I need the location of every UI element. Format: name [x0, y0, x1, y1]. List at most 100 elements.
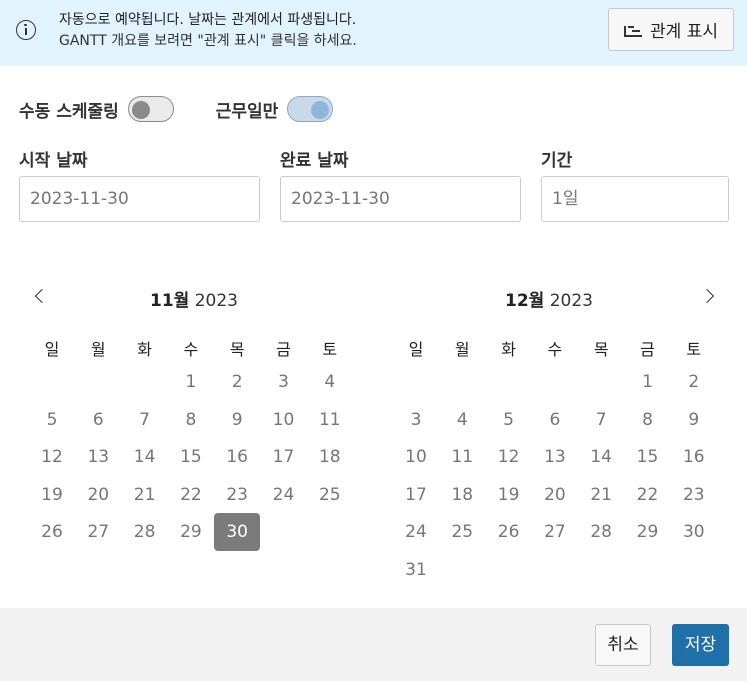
day-cell[interactable]: 9	[214, 401, 260, 439]
day-cell[interactable]: 30	[671, 513, 717, 551]
day-cell[interactable]: 3	[393, 401, 439, 439]
weekday-header: 일	[44, 340, 60, 359]
weekday-header: 수	[183, 340, 199, 359]
day-cell[interactable]: 7	[122, 401, 168, 439]
start-date-label: 시작 날짜	[19, 151, 88, 171]
day-cell[interactable]: 31	[393, 551, 439, 589]
weekday-header: 금	[276, 340, 291, 359]
month-title-december: 12월 2023	[505, 286, 593, 311]
day-cell[interactable]: 28	[578, 513, 624, 551]
day-cell[interactable]: 8	[168, 401, 214, 439]
day-cell[interactable]: 1	[168, 363, 214, 401]
day-cell[interactable]: 23	[214, 476, 260, 514]
show-relations-label: 관계 표시	[650, 22, 718, 42]
day-cell[interactable]: 27	[532, 513, 578, 551]
day-cell[interactable]: 20	[532, 476, 578, 514]
day-cell[interactable]: 19	[29, 476, 75, 514]
day-cell[interactable]: 18	[439, 476, 485, 514]
day-cell[interactable]: 28	[122, 513, 168, 551]
day-cell[interactable]: 15	[625, 438, 671, 476]
day-cell[interactable]: 6	[75, 401, 121, 439]
day-cell[interactable]: 21	[578, 476, 624, 514]
toggle-row: 수동 스케줄링 근무일만	[19, 96, 334, 122]
day-cell[interactable]: 13	[75, 438, 121, 476]
month-name: 11월	[150, 291, 190, 311]
weekday-header: 토	[686, 340, 702, 359]
day-cell[interactable]: 5	[29, 401, 75, 439]
day-cell[interactable]: 2	[671, 363, 717, 401]
weekday-header: 월	[90, 340, 106, 359]
day-cell[interactable]: 2	[214, 363, 260, 401]
start-date-input[interactable]	[19, 176, 260, 222]
day-cell[interactable]: 25	[307, 476, 353, 514]
show-relations-button[interactable]: 관계 표시	[608, 8, 734, 51]
day-cell[interactable]: 22	[625, 476, 671, 514]
workdays-only-toggle[interactable]	[287, 96, 334, 122]
day-cell[interactable]: 9	[671, 401, 717, 439]
relations-icon	[624, 23, 643, 37]
day-cell[interactable]: 12	[486, 438, 532, 476]
month-year: 2023	[194, 291, 238, 311]
day-cell[interactable]: 24	[261, 476, 307, 514]
day-cell[interactable]: 12	[29, 438, 75, 476]
day-cell[interactable]: 11	[307, 401, 353, 439]
info-icon	[16, 20, 36, 40]
cancel-button[interactable]: 취소	[595, 624, 651, 666]
day-cell[interactable]: 1	[625, 363, 671, 401]
day-cell[interactable]: 11	[439, 438, 485, 476]
end-date-label: 완료 날짜	[280, 151, 349, 171]
day-cell[interactable]: 7	[578, 401, 624, 439]
day-cell[interactable]: 23	[671, 476, 717, 514]
end-date-input[interactable]	[280, 176, 521, 222]
dialog-footer: 취소 저장	[0, 608, 747, 681]
day-cell[interactable]: 27	[75, 513, 121, 551]
day-cell[interactable]: 17	[393, 476, 439, 514]
weekday-header: 금	[640, 340, 655, 359]
save-button[interactable]: 저장	[672, 624, 729, 666]
day-cell[interactable]: 24	[393, 513, 439, 551]
day-cell[interactable]: 25	[439, 513, 485, 551]
info-banner: 자동으로 예약됩니다. 날짜는 관계에서 파생됩니다. GANTT 개요를 보려…	[0, 0, 747, 66]
day-cell[interactable]: 13	[532, 438, 578, 476]
next-month-button[interactable]	[701, 286, 717, 306]
weekday-header: 일	[408, 340, 424, 359]
weekday-header: 수	[547, 340, 563, 359]
duration-input[interactable]	[541, 176, 729, 222]
day-cell[interactable]: 16	[671, 438, 717, 476]
day-cell[interactable]: 19	[486, 476, 532, 514]
day-cell[interactable]: 20	[75, 476, 121, 514]
selected-day-cell[interactable]: 30	[214, 513, 261, 552]
day-cell[interactable]: 15	[168, 438, 214, 476]
day-cell[interactable]: 26	[29, 513, 75, 551]
day-cell[interactable]: 17	[261, 438, 307, 476]
day-cell[interactable]: 14	[122, 438, 168, 476]
weekday-header: 월	[454, 340, 470, 359]
day-cell[interactable]: 29	[168, 513, 214, 551]
day-cell[interactable]: 6	[532, 401, 578, 439]
day-cell[interactable]: 8	[625, 401, 671, 439]
day-cell[interactable]: 5	[486, 401, 532, 439]
day-cell[interactable]: 3	[261, 363, 307, 401]
month-title-november: 11월 2023	[150, 286, 238, 311]
day-cell[interactable]: 14	[578, 438, 624, 476]
day-cell[interactable]: 16	[214, 438, 260, 476]
manual-scheduling-label: 수동 스케줄링	[19, 101, 119, 122]
previous-month-button[interactable]	[32, 286, 48, 306]
day-cell[interactable]: 26	[486, 513, 532, 551]
banner-message: 자동으로 예약됩니다. 날짜는 관계에서 파생됩니다.	[59, 12, 357, 28]
month-name: 12월	[505, 291, 545, 311]
toggle-knob	[311, 101, 330, 119]
weekday-header: 토	[322, 340, 338, 359]
weekday-header: 목	[229, 340, 245, 359]
day-cell[interactable]: 21	[122, 476, 168, 514]
day-cell[interactable]: 29	[625, 513, 671, 551]
day-cell[interactable]: 22	[168, 476, 214, 514]
manual-scheduling-toggle[interactable]	[127, 96, 174, 122]
workdays-only-label: 근무일만	[215, 101, 279, 122]
weekday-header: 화	[501, 340, 516, 359]
day-cell[interactable]: 10	[261, 401, 307, 439]
day-cell[interactable]: 10	[393, 438, 439, 476]
day-cell[interactable]: 4	[307, 363, 353, 401]
day-cell[interactable]: 18	[307, 438, 353, 476]
day-cell[interactable]: 4	[439, 401, 485, 439]
